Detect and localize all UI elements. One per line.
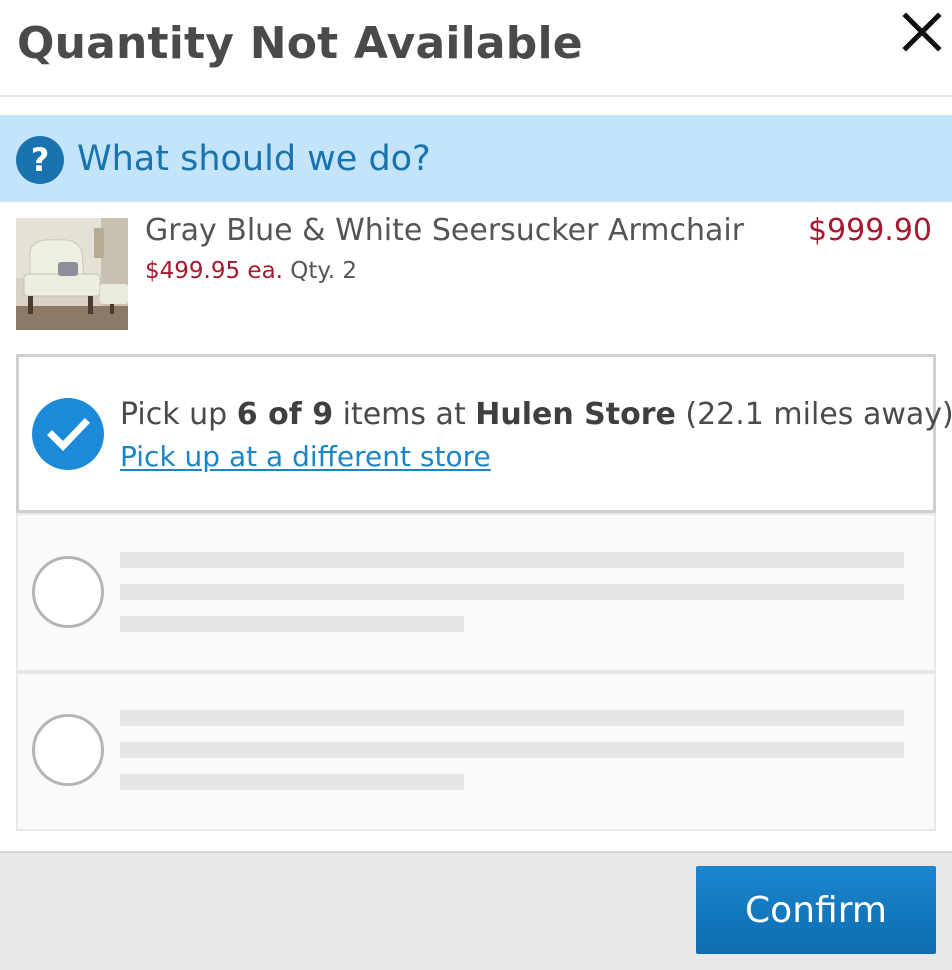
question-circle-icon: ? — [16, 136, 64, 184]
pickup-option-selected[interactable] — [16, 354, 936, 513]
svg-text:?: ? — [31, 141, 50, 179]
skeleton-line — [120, 616, 464, 632]
product-price-qty: $499.95 ea. Qty. 2 — [145, 258, 357, 284]
unit-price: $499.95 ea. — [145, 258, 283, 284]
radio-button[interactable] — [32, 714, 104, 786]
quantity: Qty. 2 — [290, 258, 358, 284]
product-name: Gray Blue & White Seersucker Armchair — [145, 213, 745, 248]
skeleton-line — [120, 710, 904, 726]
pickup-option-text: Pick up 6 of 9 items at Hulen Store (22.… — [120, 397, 952, 432]
pickup-store-name: Hulen Store — [475, 397, 676, 432]
different-store-link[interactable]: Pick up at a different store — [120, 440, 491, 473]
pickup-middle: items at — [333, 397, 476, 432]
skeleton-line — [120, 742, 904, 758]
skeleton-line — [120, 584, 904, 600]
close-icon[interactable] — [900, 10, 944, 54]
skeleton-line — [120, 774, 464, 790]
dialog-header: Quantity Not Available — [0, 0, 952, 97]
product-total-price: $999.90 — [807, 213, 932, 248]
pickup-prefix: Pick up — [120, 397, 237, 432]
pickup-count: 6 of 9 — [236, 397, 334, 432]
banner-text: What should we do? — [77, 139, 431, 179]
armchair-thumbnail — [16, 218, 128, 330]
confirm-button[interactable]: Confirm — [696, 866, 936, 954]
pickup-distance: (22.1 miles away). — [675, 397, 952, 432]
checkmark-circle-icon[interactable] — [32, 398, 104, 470]
dialog-title: Quantity Not Available — [17, 18, 583, 69]
skeleton-line — [120, 552, 904, 568]
radio-button[interactable] — [32, 556, 104, 628]
